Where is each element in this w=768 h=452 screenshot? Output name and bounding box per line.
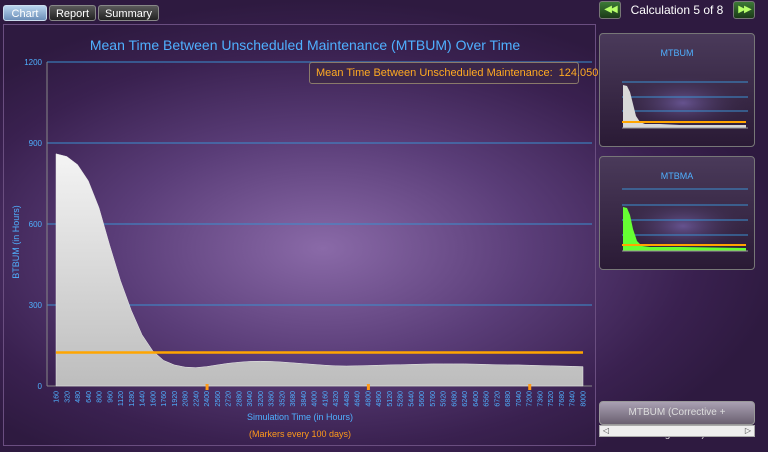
x-axis-sublabel: (Markers every 100 days) [249,429,351,439]
scroll-right-arrow-icon[interactable]: ▷ [742,426,754,436]
y-tick-label: 300 [29,301,43,310]
x-tick-label: 4000 [312,391,319,407]
x-tick-label: 1600 [150,391,157,407]
x-tick-label: 4160 [322,391,329,407]
tooltip-value: 124.050 [558,67,599,79]
mtbum-area-series [55,153,584,387]
mtbma-thumbnail-panel[interactable]: MTBMA [599,156,755,270]
x-tick-label: 6720 [494,391,501,407]
x-tick-label: 2080 [183,391,190,407]
metric-horizontal-scrollbar[interactable]: ◁ ▷ [599,425,755,437]
tooltip-label: Mean Time Between Unscheduled Maintenanc… [316,67,553,79]
x-tick-label: 3680 [290,391,297,407]
metric-selector-button[interactable]: MTBUM (Corrective + Prognostics) [599,401,755,440]
x-tick-label: 6560 [484,391,491,407]
x-tick-label: 3840 [301,391,308,407]
x-tick-label: 4320 [333,391,340,407]
double-right-arrow-icon: ▶▶ [738,4,751,15]
x-tick-label: 800 [97,391,104,403]
x-tick-label: 7360 [537,391,544,407]
x-tick-label: 2400 [204,391,211,407]
x-tick-label: 6240 [462,391,469,407]
y-tick-label: 0 [38,382,43,391]
x-tick-label: 960 [107,391,114,403]
x-tick-label: 4800 [365,391,372,407]
x-tick-label: 3360 [269,391,276,407]
x-tick-label: 2560 [215,391,222,407]
x-tick-label: 5600 [419,391,426,407]
x-tick-label: 1280 [129,391,136,407]
x-tick-label: 160 [54,391,61,403]
time-marker [366,384,370,390]
x-tick-label: 6080 [451,391,458,407]
mtbma-thumbnail-chart [618,188,748,253]
time-marker [528,384,532,390]
x-tick-label: 7840 [570,391,577,407]
x-tick-label: 320 [64,391,71,403]
x-tick-label: 8000 [581,391,588,407]
x-tick-label: 3520 [279,391,286,407]
x-tick-label: 3040 [247,391,254,407]
x-tick-label: 1760 [161,391,168,407]
x-tick-label: 1440 [140,391,147,407]
x-tick-label: 7680 [559,391,566,407]
double-left-arrow-icon: ◀◀ [604,4,617,15]
x-tick-label: 640 [86,391,93,403]
previous-calculation-button[interactable]: ◀◀ [599,1,621,19]
x-tick-label: 7520 [548,391,555,407]
mean-value-tooltip: Mean Time Between Unscheduled Maintenanc… [309,62,598,84]
mtbum-thumbnail-chart [618,70,748,130]
x-tick-label: 7200 [527,391,534,407]
x-tick-label: 5920 [441,391,448,407]
x-tick-label: 5280 [398,391,405,407]
calculation-counter: Calculation 5 of 8 [630,3,724,17]
x-tick-label: 5760 [430,391,437,407]
x-tick-label: 4480 [344,391,351,407]
x-tick-label: 3200 [258,391,265,407]
x-tick-label: 480 [75,391,82,403]
x-tick-label: 2240 [193,391,200,407]
mtbum-thumbnail-panel[interactable]: MTBUM [599,33,755,147]
x-tick-label: 1920 [172,391,179,407]
x-tick-label: 5120 [387,391,394,407]
x-tick-label: 4960 [376,391,383,407]
x-tick-label: 1120 [118,391,125,406]
x-tick-label: 6400 [473,391,480,407]
time-marker [205,384,209,390]
y-tick-label: 900 [29,139,43,148]
y-tick-label: 1200 [24,58,42,67]
x-tick-label: 2720 [226,391,233,407]
x-tick-label: 4640 [355,391,362,407]
x-tick-label: 6880 [505,391,512,407]
chart-title: Mean Time Between Unscheduled Maintenanc… [89,37,521,53]
x-tick-label: 2880 [236,391,243,407]
y-axis-label: BTBUM (in Hours) [11,205,21,279]
scroll-left-arrow-icon[interactable]: ◁ [600,426,612,436]
x-tick-label: 5440 [408,391,415,407]
next-calculation-button[interactable]: ▶▶ [733,1,755,19]
x-axis-label: Simulation Time (in Hours) [247,412,353,422]
x-tick-label: 7040 [516,391,523,407]
y-tick-label: 600 [29,220,43,229]
